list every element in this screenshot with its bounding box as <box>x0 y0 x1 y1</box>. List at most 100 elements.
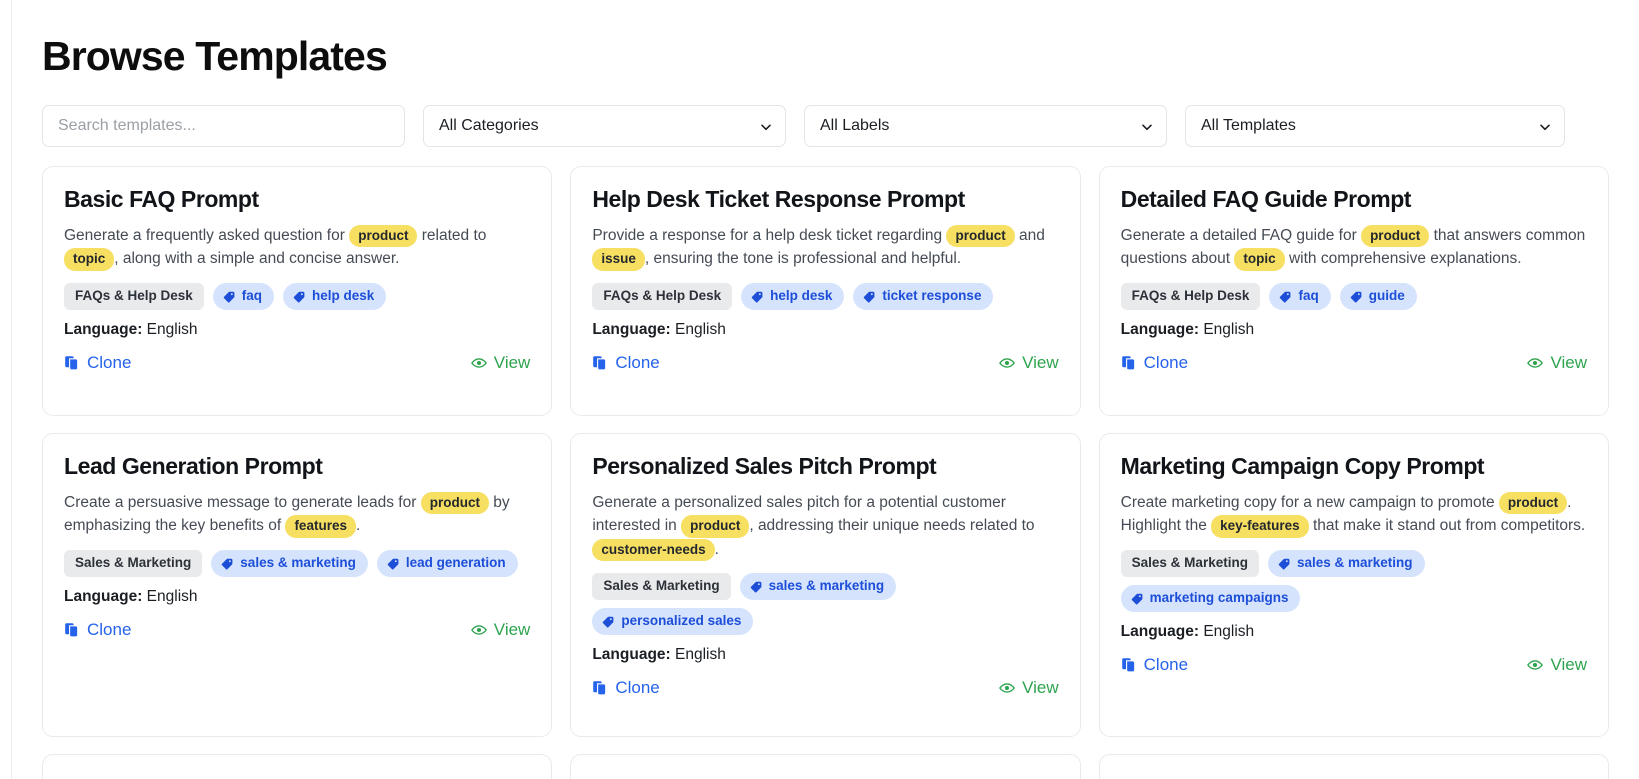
label-badge-text: sales & marketing <box>769 578 885 595</box>
eye-icon <box>999 355 1015 371</box>
tag-icon <box>293 290 306 303</box>
copy-icon <box>1121 657 1137 673</box>
tag-icon <box>750 580 763 593</box>
eye-icon <box>999 680 1015 696</box>
description-text: that make it stand out from competitors. <box>1309 517 1586 534</box>
label-badge[interactable]: sales & marketing <box>1268 550 1425 577</box>
copy-icon <box>1121 355 1137 371</box>
description-text: Provide a response for a help desk ticke… <box>592 227 946 244</box>
view-button[interactable]: View <box>999 353 1059 373</box>
variable-pill: key-features <box>1211 515 1309 538</box>
label-badge-text: help desk <box>770 288 832 305</box>
view-button[interactable]: View <box>471 620 531 640</box>
template-card: Personalized Sales Pitch Prompt Generate … <box>570 433 1080 737</box>
category-badge[interactable]: Sales & Marketing <box>592 573 730 600</box>
label-badge[interactable]: faq <box>213 283 274 310</box>
badge-row: Sales & Marketing sales & marketing lead g… <box>64 550 530 577</box>
variable-pill: features <box>285 515 356 538</box>
view-button[interactable]: View <box>999 678 1059 698</box>
tag-icon <box>1279 290 1292 303</box>
labels-select-wrapper: All Labels <box>804 105 1167 147</box>
labels-select[interactable]: All Labels <box>804 105 1167 147</box>
label-badge[interactable]: personalized sales <box>592 608 753 635</box>
label-badge[interactable]: sales & marketing <box>211 550 368 577</box>
card-bottom-spacer <box>64 373 530 399</box>
variable-pill: product <box>681 515 749 538</box>
label-badge-text: lead generation <box>406 555 506 572</box>
description-text: . <box>715 541 719 558</box>
template-card-description: Create a persuasive message to generate … <box>64 491 530 538</box>
templates-select-wrapper: All Templates <box>1185 105 1565 147</box>
card-action-row: Clone View <box>592 353 1058 373</box>
templates-select[interactable]: All Templates <box>1185 105 1565 147</box>
copy-icon <box>64 622 80 638</box>
clone-button[interactable]: Clone <box>592 353 659 373</box>
template-card <box>570 754 1080 779</box>
label-badge[interactable]: faq <box>1269 283 1330 310</box>
label-badge[interactable]: marketing campaigns <box>1121 585 1301 612</box>
view-button-label: View <box>1022 353 1059 373</box>
category-select[interactable]: All Categories <box>423 105 786 147</box>
template-card-description: Generate a personalized sales pitch for … <box>592 491 1058 562</box>
label-badge[interactable]: lead generation <box>377 550 518 577</box>
description-text: , ensuring the tone is professional and … <box>645 250 961 267</box>
view-button-label: View <box>1022 678 1059 698</box>
clone-button[interactable]: Clone <box>1121 655 1188 675</box>
label-badge[interactable]: ticket response <box>853 283 993 310</box>
clone-button[interactable]: Clone <box>64 353 131 373</box>
card-action-row: Clone View <box>64 620 530 640</box>
template-card-title: Lead Generation Prompt <box>64 453 530 481</box>
variable-pill: product <box>946 225 1014 248</box>
language-label: Language: <box>592 321 670 338</box>
label-badge-text: personalized sales <box>621 613 741 630</box>
template-card-title: Personalized Sales Pitch Prompt <box>592 453 1058 481</box>
page-title: Browse Templates <box>42 34 1609 79</box>
category-badge[interactable]: Sales & Marketing <box>1121 550 1259 577</box>
category-badge[interactable]: FAQs & Help Desk <box>64 283 204 310</box>
template-card: Marketing Campaign Copy PromptCreate mar… <box>1099 433 1609 737</box>
description-text: Generate a detailed FAQ guide for <box>1121 227 1361 244</box>
view-button[interactable]: View <box>1527 655 1587 675</box>
variable-pill: product <box>1361 225 1429 248</box>
filter-bar: All Categories All Labels <box>42 105 1609 147</box>
template-card <box>42 754 552 779</box>
description-text: with comprehensive explanations. <box>1285 250 1522 267</box>
label-badge[interactable]: guide <box>1340 283 1417 310</box>
label-badge-text: sales & marketing <box>1297 555 1413 572</box>
card-bottom-spacer <box>592 698 1058 720</box>
eye-icon <box>1527 657 1543 673</box>
variable-pill: product <box>421 492 489 515</box>
copy-icon <box>592 355 608 371</box>
search-input[interactable] <box>42 105 405 147</box>
clone-button[interactable]: Clone <box>1121 353 1188 373</box>
variable-pill: topic <box>1234 248 1284 271</box>
label-badge[interactable]: sales & marketing <box>740 573 897 600</box>
category-badge[interactable]: FAQs & Help Desk <box>1121 283 1261 310</box>
search-field-wrapper <box>42 105 405 147</box>
label-badge-text: guide <box>1369 288 1405 305</box>
tag-icon <box>602 615 615 628</box>
category-badge[interactable]: FAQs & Help Desk <box>592 283 732 310</box>
view-button[interactable]: View <box>471 353 531 373</box>
label-badge-text: faq <box>1298 288 1318 305</box>
language-label: Language: <box>592 646 670 663</box>
clone-button[interactable]: Clone <box>64 620 131 640</box>
clone-button[interactable]: Clone <box>592 678 659 698</box>
templates-select-value: All Templates <box>1201 117 1296 135</box>
label-badge[interactable]: help desk <box>741 283 844 310</box>
template-card-grid: Basic FAQ PromptGenerate a frequently as… <box>42 166 1609 779</box>
clone-button-label: Clone <box>1144 655 1188 675</box>
tag-icon <box>221 557 234 570</box>
label-badge[interactable]: help desk <box>283 283 386 310</box>
language-value: English <box>671 321 726 338</box>
card-action-row: Clone View <box>1121 655 1587 675</box>
template-card-title: Basic FAQ Prompt <box>64 186 530 214</box>
label-badge-text: ticket response <box>882 288 981 305</box>
view-button-label: View <box>1550 353 1587 373</box>
category-badge[interactable]: Sales & Marketing <box>64 550 202 577</box>
labels-select-value: All Labels <box>820 117 889 135</box>
view-button[interactable]: View <box>1527 353 1587 373</box>
variable-pill: product <box>1499 492 1567 515</box>
variable-pill: product <box>349 225 417 248</box>
card-bottom-spacer <box>1121 373 1587 399</box>
